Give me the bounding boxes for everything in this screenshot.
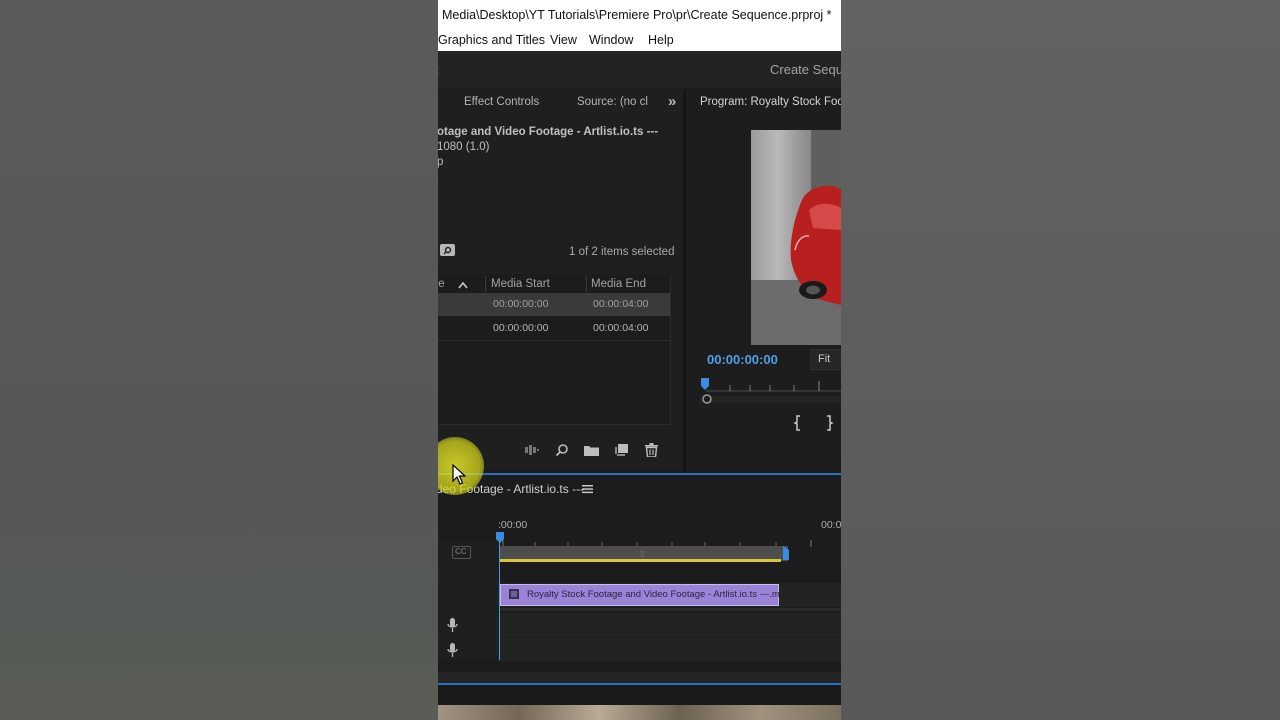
- sort-ascending-icon[interactable]: [457, 280, 469, 290]
- mark-in-icon[interactable]: [793, 415, 803, 431]
- window-title: Media\Desktop\YT Tutorials\Premiere Pro\…: [442, 8, 832, 22]
- audio-track-a2[interactable]: [498, 638, 841, 662]
- trash-icon[interactable]: [645, 443, 658, 457]
- program-video-frame: [751, 130, 841, 345]
- menu-window[interactable]: Window: [589, 33, 633, 47]
- column-header-media-start[interactable]: Media Start: [491, 278, 550, 290]
- new-item-icon[interactable]: [615, 444, 628, 456]
- tab-effect-controls[interactable]: Effect Controls: [464, 96, 539, 108]
- captions-label: CC: [455, 547, 467, 556]
- zoom-level-label: Fit: [818, 353, 831, 365]
- selection-status: 1 of 2 items selected: [569, 246, 675, 258]
- bottom-area: [438, 685, 841, 705]
- clip-label: Royalty Stock Footage and Video Footage …: [527, 589, 780, 600]
- mark-out-icon[interactable]: [824, 415, 834, 431]
- search-bin-icon[interactable]: [440, 244, 455, 256]
- zoom-level-dropdown[interactable]: Fit: [810, 349, 841, 370]
- captions-button[interactable]: CC: [452, 546, 471, 559]
- panel-menu-icon[interactable]: [582, 484, 593, 494]
- table-cell-media-start: 00:00:00:00: [493, 298, 549, 310]
- clip-info-extra: p: [438, 156, 444, 168]
- workspace-bar: t Create Seque: [438, 51, 841, 88]
- new-bin-icon[interactable]: [584, 444, 599, 456]
- workspace-tab-create-sequence[interactable]: Create Seque: [770, 62, 841, 77]
- mouse-cursor-icon: [452, 464, 466, 485]
- workspace-tab-left[interactable]: t: [438, 62, 439, 77]
- column-header-media-end[interactable]: Media End: [591, 278, 646, 290]
- clip-info-name: otage and Video Footage - Artlist.io.ts …: [438, 126, 659, 138]
- program-monitor-title[interactable]: Program: Royalty Stock Foot: [700, 96, 841, 108]
- panel-overflow-icon[interactable]: »: [668, 93, 676, 110]
- timeline-scrollbar[interactable]: [438, 672, 841, 683]
- column-divider: [586, 276, 587, 292]
- microphone-icon[interactable]: [447, 643, 458, 658]
- clip-info-resolution: 1080 (1.0): [438, 141, 490, 153]
- premiere-window: Media\Desktop\YT Tutorials\Premiere Pro\…: [438, 0, 841, 720]
- microphone-icon[interactable]: [447, 618, 458, 633]
- background-right: [841, 0, 1280, 720]
- table-cell-media-end: 00:00:04:00: [593, 322, 649, 334]
- work-area-render-bar: [500, 559, 781, 562]
- timeline-clip[interactable]: Royalty Stock Footage and Video Footage …: [500, 584, 780, 606]
- clip-fx-icon: [509, 589, 519, 599]
- storyboard-icon[interactable]: [525, 444, 539, 456]
- menu-help[interactable]: Help: [648, 33, 674, 47]
- ruler-time-start: :00:00: [498, 519, 528, 531]
- table-cell-media-end: 00:00:04:00: [593, 298, 649, 310]
- title-bar: Media\Desktop\YT Tutorials\Premiere Pro\…: [438, 0, 841, 30]
- timeline-playhead[interactable]: [499, 533, 500, 660]
- playhead-marker-icon[interactable]: [701, 378, 709, 390]
- background-left: [0, 0, 438, 720]
- column-divider: [485, 276, 486, 292]
- work-area-end-handle[interactable]: [783, 546, 789, 560]
- audio-track-a1[interactable]: [498, 613, 841, 637]
- track-separator: [498, 608, 841, 611]
- menu-view[interactable]: View: [550, 33, 577, 47]
- find-icon[interactable]: [555, 443, 569, 457]
- timeline-playhead-handle[interactable]: [496, 532, 504, 543]
- table-cell-media-start: 00:00:00:00: [493, 322, 549, 334]
- ruler-time-end: 00:0: [821, 519, 841, 531]
- work-area-grip: ⁞⁞: [640, 550, 645, 559]
- column-header-date[interactable]: te: [438, 278, 445, 290]
- menu-graphics-and-titles[interactable]: Graphics and Titles: [438, 33, 545, 47]
- program-scrubber[interactable]: [700, 378, 841, 406]
- program-timecode[interactable]: 00:00:00:00: [707, 352, 778, 367]
- tab-source[interactable]: Source: (no cl: [577, 96, 648, 108]
- menu-bar: Graphics and Titles View Window Help: [438, 30, 841, 51]
- overlay-image-strip: [438, 705, 841, 720]
- row-divider: [438, 340, 670, 341]
